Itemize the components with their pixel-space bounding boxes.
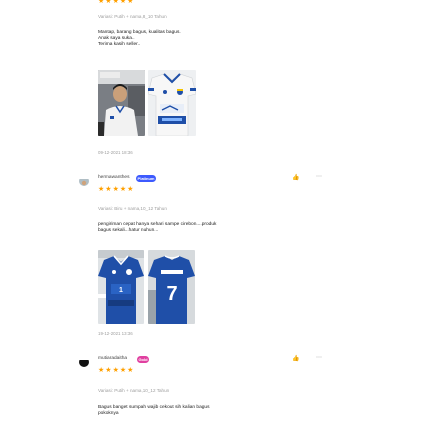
review-photo[interactable] (148, 70, 196, 136)
review-photo-image: 1 (98, 250, 144, 324)
star-icon: ★ (112, 367, 119, 374)
review-variant: Variasi: Putih + nama,8_10 Tahun (98, 14, 167, 19)
thumb-up-icon[interactable]: 👍 (292, 355, 299, 362)
review-date: 09-12-2021 18:36 (98, 150, 133, 155)
username[interactable]: mutiaradaitha (98, 356, 127, 361)
review-variant: Variasi: Biru + nama,10_12 Tahun (98, 206, 167, 211)
review-text: Mantap, barang bagus, kualitas bagus. An… (98, 30, 318, 48)
review-list: ★ ★ ★ ★ ★ Variasi: Putih + nama,8_10 Tah… (0, 0, 424, 424)
review-text: pengiriman cepat hanya sehari sampe cire… (98, 222, 318, 234)
review-variant: Variasi: Putih + nama,10_12 Tahun (98, 388, 170, 393)
star-icon: ★ (119, 186, 127, 193)
review-text-line: Terima kasih seller.. (98, 42, 141, 47)
avatar-image (79, 179, 89, 186)
star-icon: ★ (127, 0, 134, 5)
review-text: Bagus banget sumpah wajib cekout sih kal… (98, 405, 318, 417)
more-options-icon[interactable]: ⋯ (316, 173, 323, 180)
review-photo-image: 7 (148, 250, 195, 324)
star-icon: ★ (119, 0, 127, 5)
review-photo[interactable] (98, 70, 145, 136)
star-icon: ★ (119, 367, 127, 374)
star-icon: ★ (105, 367, 112, 374)
platinum-badge: Platinum (136, 175, 156, 182)
thumb-up-icon[interactable]: 👍 (292, 174, 299, 181)
review-text-line: pokoknya (98, 411, 119, 416)
avatar[interactable] (79, 176, 89, 186)
star-icon: ★ (112, 186, 119, 193)
star-icon: ★ (98, 0, 105, 5)
star-icon: ★ (105, 0, 112, 5)
review-date: 19-12-2021 13:36 (98, 331, 133, 336)
star-icon: ★ (112, 0, 119, 5)
more-options-icon[interactable]: ⋯ (316, 354, 323, 361)
rating-stars: ★ ★ ★ ★ ★ (98, 0, 133, 5)
review-photo-image (148, 70, 196, 136)
review-photo[interactable]: 1 (98, 250, 144, 324)
gold-badge: Gold (137, 356, 149, 363)
star-icon: ★ (98, 186, 105, 193)
star-icon: ★ (127, 367, 134, 374)
star-icon: ★ (105, 186, 112, 193)
review-photo[interactable]: 7 (148, 250, 195, 324)
svg-text:7: 7 (166, 283, 177, 305)
rating-stars: ★ ★ ★ ★ ★ (98, 186, 133, 193)
star-icon: ★ (98, 367, 105, 374)
username[interactable]: hermawanthes (98, 175, 129, 180)
avatar-image (79, 360, 89, 367)
review-text-line: bagus sekali...hatur nuhun... (98, 228, 159, 233)
svg-text:1: 1 (119, 287, 123, 294)
avatar[interactable] (79, 357, 89, 367)
star-icon: ★ (127, 186, 134, 193)
review-photo-image (98, 70, 145, 136)
rating-stars: ★ ★ ★ ★ ★ (98, 367, 133, 374)
